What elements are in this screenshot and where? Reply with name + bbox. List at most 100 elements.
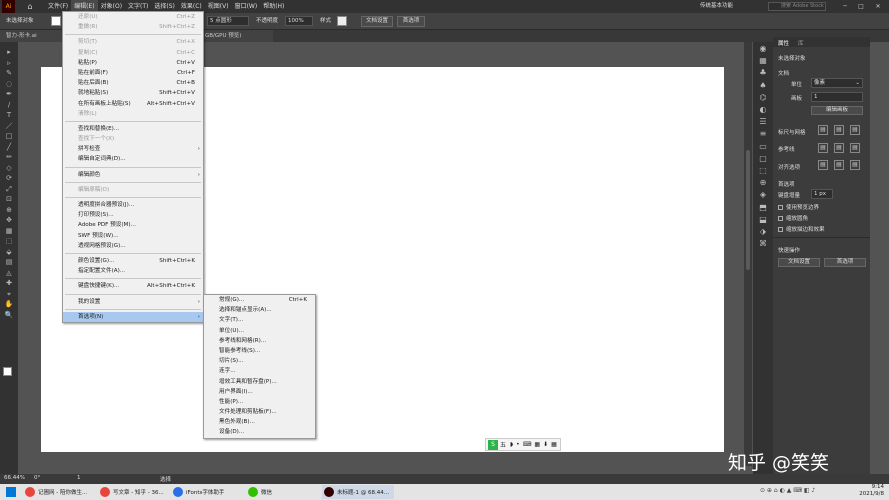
rotate-tool-icon[interactable]: ⟳ xyxy=(4,174,14,182)
guides-lock-icon[interactable]: ▤ xyxy=(834,143,844,153)
close-icon[interactable]: ✕ xyxy=(871,0,885,13)
taskbar-app[interactable]: 记圃网 - 陪你做生... xyxy=(23,485,95,499)
preview-bounds-checkbox[interactable]: 使用预览边界 xyxy=(778,203,819,211)
menu-item[interactable]: 连字... xyxy=(204,366,315,376)
menu-item[interactable]: 文件处理和剪贴板(F)... xyxy=(204,407,315,417)
menu-7[interactable]: 窗口(W) xyxy=(232,0,261,13)
document-tab[interactable]: 智力-形卡.ai xyxy=(0,30,62,42)
fill-stroke-swatch[interactable] xyxy=(3,367,12,376)
menu-6[interactable]: 视图(V) xyxy=(205,0,232,13)
menu-item[interactable]: 增效工具和暂存盘(P)... xyxy=(204,377,315,387)
opacity-field[interactable]: 100% xyxy=(285,16,313,26)
menu-item[interactable]: 查找和替换(E)... xyxy=(63,124,203,134)
stroke-profile-select[interactable]: 5 点圆形 xyxy=(207,16,249,26)
pathfinder-panel-icon[interactable]: ◈ xyxy=(756,190,770,200)
perspective-tool-icon[interactable]: ▦ xyxy=(4,227,14,235)
menu-item[interactable]: 性能(P)... xyxy=(204,397,315,407)
scale-corners-checkbox[interactable]: 缩放圆角 xyxy=(778,214,808,222)
artboards-panel-icon[interactable]: ⬓ xyxy=(756,215,770,225)
style-swatch[interactable] xyxy=(337,16,347,26)
stock-search-input[interactable]: 搜索 Adobe Stock xyxy=(768,2,826,11)
line-tool-icon[interactable]: ／ xyxy=(4,122,14,130)
ime-toolbar[interactable]: S 五 ◗•⌨▦⬇▦ xyxy=(485,438,561,451)
type-tool-icon[interactable]: T xyxy=(4,111,14,119)
menu-item[interactable]: 选择和锚点显示(A)... xyxy=(204,305,315,315)
menu-item[interactable]: 黑色外观(B)... xyxy=(204,417,315,427)
guides-clear-icon[interactable]: ▤ xyxy=(850,143,860,153)
guides-show-icon[interactable]: ▤ xyxy=(818,143,828,153)
gradient-tool-icon[interactable]: ⬙ xyxy=(4,248,14,256)
properties-panel-icon[interactable]: ◉ xyxy=(756,44,770,54)
lasso-tool-icon[interactable]: ◌ xyxy=(4,80,14,88)
free-transform-tool-icon[interactable]: ⊕ xyxy=(4,206,14,214)
artboard-select[interactable]: 1 xyxy=(811,92,863,102)
ime-tools-icon[interactable]: ◗•⌨▦⬇▦ xyxy=(510,441,560,448)
eyedropper-tool-icon[interactable]: ▤ xyxy=(4,258,14,266)
system-tray-icons[interactable]: ⊙ ⊕ ⌂ ◐ ▲ ⌨ ◧ ♪ xyxy=(760,487,815,494)
rectangle-tool-icon[interactable]: □ xyxy=(4,132,14,140)
menu-item[interactable]: 透明度拼合器预设(J)... xyxy=(63,200,203,210)
scrollbar-thumb[interactable] xyxy=(746,150,750,270)
edit-artboards-button[interactable]: 编辑画板 xyxy=(811,106,863,115)
menu-item[interactable]: 我的设置 › xyxy=(63,297,203,307)
transparency-panel-icon[interactable]: ▢ xyxy=(756,154,770,164)
color-panel-icon[interactable]: ◐ xyxy=(756,105,770,115)
grid-icon[interactable]: ▤ xyxy=(834,125,844,135)
layers-panel-icon[interactable]: ▦ xyxy=(756,56,770,66)
appearance-panel-icon[interactable]: ⬚ xyxy=(756,166,770,176)
menu-item[interactable]: 指定配置文件(A)... xyxy=(63,266,203,276)
transform-panel-icon[interactable]: ⬒ xyxy=(756,203,770,213)
fill-swatch[interactable] xyxy=(51,16,61,26)
symbols-panel-icon[interactable]: ♠ xyxy=(756,81,770,91)
magic-wand-tool-icon[interactable]: ✎ xyxy=(4,69,14,77)
minimize-icon[interactable]: ─ xyxy=(838,0,852,13)
selection-tool-icon[interactable]: ▸ xyxy=(4,48,14,56)
ime-mode-label[interactable]: 五 xyxy=(500,440,506,449)
workspace-switcher[interactable]: 传统基本功能 xyxy=(700,2,733,11)
menu-item[interactable]: 切片(S)... xyxy=(204,356,315,366)
menu-item[interactable]: 编辑自定词典(D)... xyxy=(63,154,203,164)
menu-item[interactable]: 文字(T)... xyxy=(204,315,315,325)
paintbrush-tool-icon[interactable]: ╱ xyxy=(4,143,14,151)
menu-item[interactable]: 常规(G)... Ctrl+K xyxy=(204,295,315,305)
taskbar-app[interactable]: 写文章 - 知乎 - 36... xyxy=(98,485,170,499)
ruler-icon[interactable]: ▤ xyxy=(818,125,828,135)
menu-item[interactable]: 键盘快捷键(K)... Alt+Shift+Ctrl+K xyxy=(63,281,203,291)
swatches-panel-icon[interactable]: ☰ xyxy=(756,117,770,127)
zoom-level[interactable]: 66.44% xyxy=(4,475,25,481)
menu-item[interactable]: 透视网格预设(G)... xyxy=(63,241,203,251)
menu-item[interactable]: 用户界面(I)... xyxy=(204,387,315,397)
taskbar-app[interactable]: 未标题-1 @ 68.44... xyxy=(322,485,394,499)
gradient-panel-icon[interactable]: ▭ xyxy=(756,142,770,152)
taskbar-app[interactable]: 微信 xyxy=(246,485,318,499)
document-setup-button[interactable]: 文档设置 xyxy=(361,16,393,27)
artboard-number[interactable]: 1 xyxy=(77,475,81,481)
actions-panel-icon[interactable]: ⌘ xyxy=(756,239,770,249)
menu-item[interactable]: 智能参考线(S)... xyxy=(204,346,315,356)
align-panel-icon[interactable]: ⊕ xyxy=(756,178,770,188)
taskbar-app[interactable]: iFonts字体助手 xyxy=(171,485,243,499)
links-panel-icon[interactable]: ⬗ xyxy=(756,227,770,237)
pencil-tool-icon[interactable]: ✏ xyxy=(4,153,14,161)
scale-strokes-checkbox[interactable]: 缩放描边和效果 xyxy=(778,225,825,233)
maximize-icon[interactable]: □ xyxy=(854,0,868,13)
tab-libraries[interactable]: 库 xyxy=(798,39,804,47)
align-center-icon[interactable]: ▤ xyxy=(834,160,844,170)
scale-tool-icon[interactable]: ⤢ xyxy=(4,185,14,193)
menu-8[interactable]: 帮助(H) xyxy=(260,0,287,13)
mesh-tool-icon[interactable]: ⬚ xyxy=(4,237,14,245)
windows-start-icon[interactable] xyxy=(6,487,16,497)
menu-item[interactable]: 颜色设置(G)... Shift+Ctrl+K xyxy=(63,256,203,266)
menu-item[interactable]: 贴在前面(F) Ctrl+F xyxy=(63,68,203,78)
align-left-icon[interactable]: ▤ xyxy=(818,160,828,170)
menu-item[interactable]: 粘贴(P) Ctrl+V xyxy=(63,58,203,68)
menu-item[interactable]: 首选项(N) › xyxy=(63,311,203,322)
direct-selection-tool-icon[interactable]: ▹ xyxy=(4,59,14,67)
pen-tool-icon[interactable]: ✒ xyxy=(4,90,14,98)
blend-tool-icon[interactable]: ◬ xyxy=(4,269,14,277)
graph-tool-icon[interactable]: ⌖ xyxy=(4,290,14,298)
width-tool-icon[interactable]: ⊡ xyxy=(4,195,14,203)
rotation-value[interactable]: 0° xyxy=(34,475,40,481)
menu-item[interactable]: 编辑颜色 › xyxy=(63,170,203,180)
curvature-tool-icon[interactable]: ∕ xyxy=(4,101,14,109)
